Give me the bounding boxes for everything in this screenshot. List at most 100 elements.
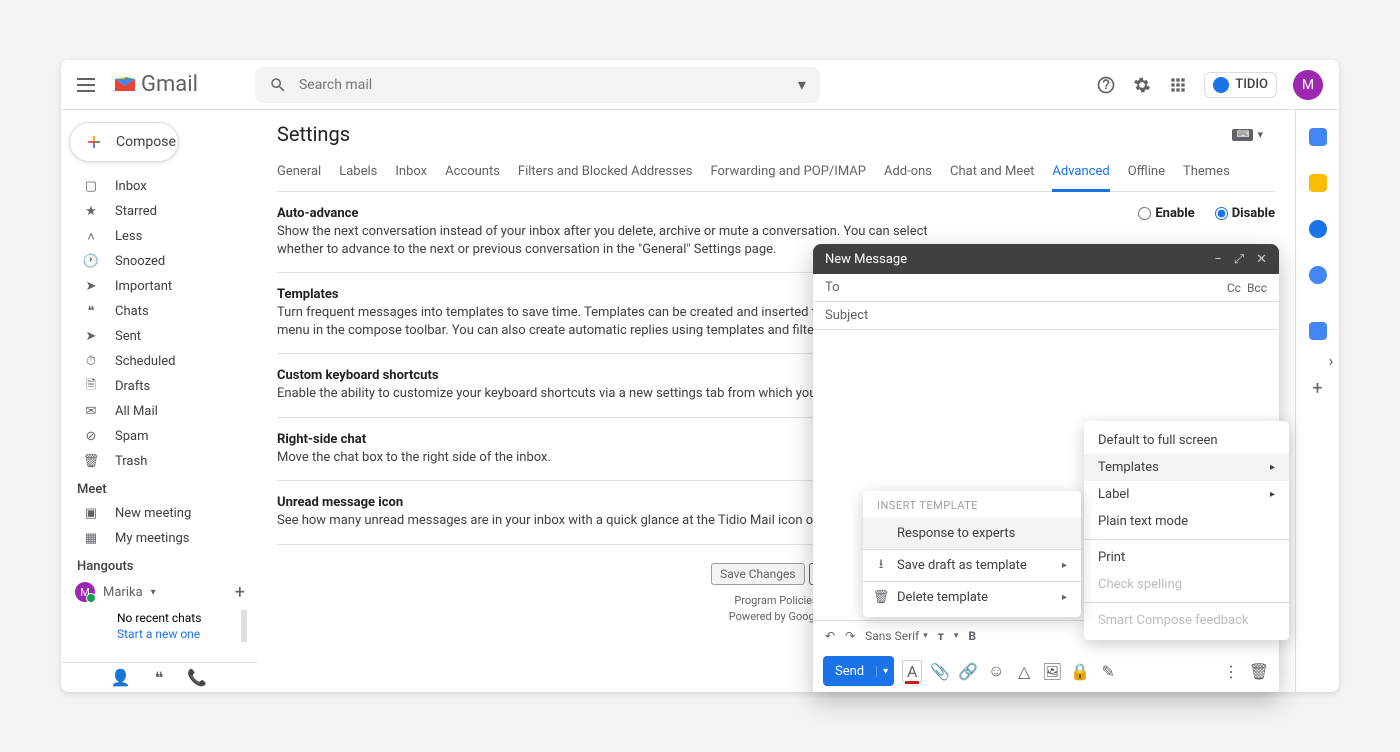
disable-radio[interactable]: Disable	[1215, 206, 1275, 221]
tab-add-ons[interactable]: Add-ons	[884, 156, 932, 191]
menu-item-plain-text-mode[interactable]: Plain text mode	[1084, 508, 1289, 535]
image-icon[interactable]: 🖼	[1042, 662, 1062, 681]
sidebar-item-spam[interactable]: ⊘Spam	[61, 424, 257, 449]
sidebar-item-my-meetings[interactable]: ▦My meetings	[61, 526, 257, 551]
hangouts-icon[interactable]: ❝	[155, 668, 164, 687]
link-icon[interactable]: 🔗	[958, 662, 978, 681]
bcc-link[interactable]: Bcc	[1247, 281, 1267, 295]
sidebar-item-sent[interactable]: ➤Sent	[61, 324, 257, 349]
bold-icon[interactable]: B	[968, 629, 976, 643]
emoji-icon[interactable]: ☺	[986, 661, 1006, 681]
tab-general[interactable]: General	[277, 156, 321, 191]
chevron-down-icon[interactable]: ▾	[151, 587, 156, 598]
subject-label: Subject	[825, 308, 868, 323]
keep-app-icon[interactable]	[1309, 174, 1327, 192]
drive-icon[interactable]: △	[1014, 662, 1034, 681]
discard-draft-icon[interactable]: 🗑	[1249, 662, 1269, 681]
tab-chat-and-meet[interactable]: Chat and Meet	[950, 156, 1034, 191]
sidebar-bottom-bar: 👤 ❝ 📞	[61, 662, 257, 692]
tab-inbox[interactable]: Inbox	[395, 156, 427, 191]
save-draft-as-template[interactable]: ⭳ Save draft as template ▸	[863, 550, 1081, 581]
delete-template[interactable]: 🗑 Delete template ▸	[863, 582, 1081, 613]
input-tools-indicator[interactable]: ⌨▾	[1232, 128, 1263, 141]
sidebar-item-new-meeting[interactable]: ▣New meeting	[61, 501, 257, 526]
tab-labels[interactable]: Labels	[339, 156, 377, 191]
folder-nav: ▢Inbox★Starred˄Less🕐Snoozed➤Important❝Ch…	[61, 174, 257, 474]
search-input[interactable]	[299, 77, 786, 93]
tab-offline[interactable]: Offline	[1128, 156, 1165, 191]
chat-icon: ❝	[83, 304, 99, 320]
close-icon[interactable]: ✕	[1256, 252, 1267, 267]
apps-grid-icon[interactable]	[1168, 75, 1188, 95]
sidebar-item-trash[interactable]: 🗑Trash	[61, 449, 257, 474]
sidebar-item-snoozed[interactable]: 🕐Snoozed	[61, 249, 257, 274]
signature-icon[interactable]: ✎	[1098, 662, 1118, 681]
search-options-dropdown-icon[interactable]: ▾	[798, 75, 806, 94]
sidebar-item-all-mail[interactable]: ✉All Mail	[61, 399, 257, 424]
meet-app-icon[interactable]	[1309, 322, 1327, 340]
sidebar-item-important[interactable]: ➤Important	[61, 274, 257, 299]
menu-item-label[interactable]: Label▸	[1084, 481, 1289, 508]
compose-to-row[interactable]: To CcBcc	[813, 274, 1279, 302]
nochat-block: No recent chats Start a new one	[117, 610, 247, 642]
tab-accounts[interactable]: Accounts	[445, 156, 500, 191]
calendar-app-icon[interactable]	[1309, 128, 1327, 146]
sidebar-item-starred[interactable]: ★Starred	[61, 199, 257, 224]
sidebar-item-inbox[interactable]: ▢Inbox	[61, 174, 257, 199]
compose-subject-row[interactable]: Subject	[813, 302, 1279, 330]
enable-radio[interactable]: Enable	[1138, 206, 1194, 221]
redo-icon[interactable]: ↷	[845, 629, 855, 643]
phone-icon[interactable]: 📞	[187, 668, 207, 687]
template-item-response-to-experts[interactable]: Response to experts	[863, 518, 1081, 549]
compose-button[interactable]: Compose	[69, 122, 179, 162]
tidio-label: TIDIO	[1235, 77, 1268, 92]
header-actions: TIDIO M	[1096, 70, 1323, 100]
sidebar-item-chats[interactable]: ❝Chats	[61, 299, 257, 324]
minimize-icon[interactable]: −	[1214, 252, 1221, 267]
sidebar-item-drafts[interactable]: 🗎Drafts	[61, 374, 257, 399]
tab-advanced[interactable]: Advanced	[1052, 156, 1109, 192]
menu-item-templates[interactable]: Templates▸	[1084, 454, 1289, 481]
undo-icon[interactable]: ↶	[825, 629, 835, 643]
tidio-badge[interactable]: TIDIO	[1204, 72, 1277, 98]
tab-themes[interactable]: Themes	[1183, 156, 1230, 191]
settings-gear-icon[interactable]	[1132, 75, 1152, 95]
up-icon: ˄	[83, 229, 99, 245]
hangouts-add-icon[interactable]: +	[235, 582, 245, 603]
tidio-dot-icon	[1213, 77, 1229, 93]
menu-item-print[interactable]: Print	[1084, 544, 1289, 571]
menu-item-default-to-full-screen[interactable]: Default to full screen	[1084, 427, 1289, 454]
help-icon[interactable]	[1096, 75, 1116, 95]
tab-forwarding-and-pop-imap[interactable]: Forwarding and POP/IMAP	[710, 156, 866, 191]
send-button[interactable]: Send▾	[823, 656, 894, 686]
sidebar-item-scheduled[interactable]: ⏱Scheduled	[61, 349, 257, 374]
compose-title-bar[interactable]: New Message − ⤢ ✕	[813, 244, 1279, 274]
nochat-start-link[interactable]: Start a new one	[117, 626, 231, 642]
contacts-app-icon[interactable]	[1309, 266, 1327, 284]
compose-send-bar: Send▾ A 📎 🔗 ☺ △ 🖼 🔒 ✎ ⋮ 🗑	[813, 650, 1279, 692]
attach-icon[interactable]: 📎	[930, 662, 950, 681]
sidebar-item-less[interactable]: ˄Less	[61, 224, 257, 249]
gmail-logo[interactable]: Gmail	[113, 72, 198, 97]
add-app-icon[interactable]: +	[1312, 378, 1322, 399]
save-changes-button[interactable]: Save Changes	[711, 563, 805, 585]
file-icon: 🗎	[83, 379, 99, 395]
cc-link[interactable]: Cc	[1227, 281, 1241, 295]
font-size-icon[interactable]: т	[938, 629, 944, 643]
side-panel-toggle-icon[interactable]: ›	[1321, 350, 1341, 370]
gmail-window: Gmail ▾ TIDIO M Compose ▢Inbox★Starred˄L…	[61, 60, 1339, 692]
fullscreen-icon[interactable]: ⤢	[1234, 252, 1244, 267]
font-family-select[interactable]: Sans Serif▾	[865, 629, 928, 643]
more-options-icon[interactable]: ⋮	[1221, 662, 1241, 681]
text-color-icon[interactable]: A	[902, 660, 922, 683]
trash-icon: 🗑	[83, 454, 99, 470]
hangouts-user-row[interactable]: M Marika ▾ +	[61, 578, 257, 606]
main-menu-icon[interactable]	[77, 73, 101, 97]
account-avatar[interactable]: M	[1293, 70, 1323, 100]
search-bar[interactable]: ▾	[255, 67, 820, 103]
tab-filters-and-blocked-addresses[interactable]: Filters and Blocked Addresses	[518, 156, 693, 191]
tasks-app-icon[interactable]	[1309, 220, 1327, 238]
confidential-icon[interactable]: 🔒	[1070, 662, 1090, 681]
person-icon[interactable]: 👤	[111, 668, 131, 687]
spam-icon: ⊘	[83, 429, 99, 445]
